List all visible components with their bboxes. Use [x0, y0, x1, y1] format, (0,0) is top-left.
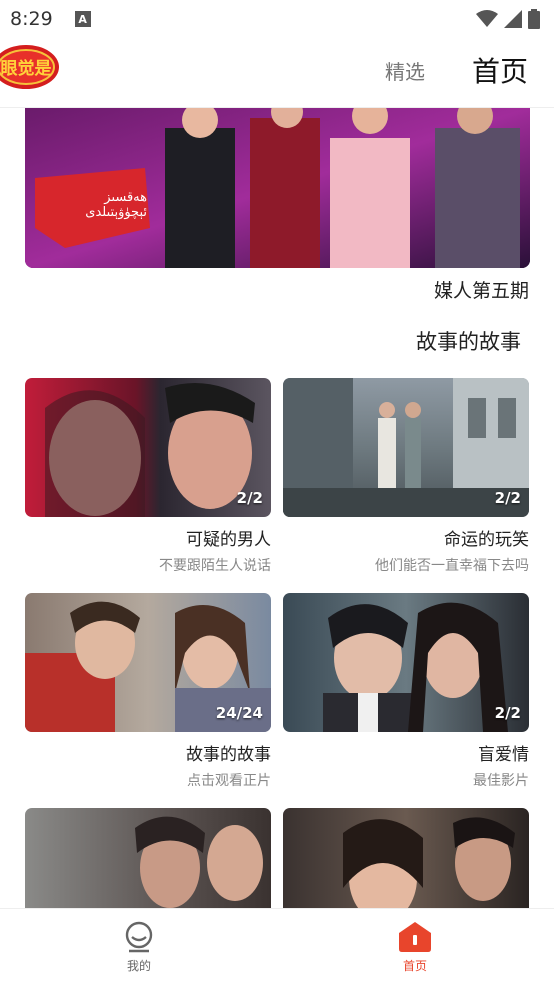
video-thumbnail[interactable] — [25, 808, 271, 908]
nav-label-me: 我的 — [126, 959, 151, 973]
tab-featured[interactable]: 精选 — [385, 56, 425, 85]
video-thumbnail[interactable]: 24/24 — [25, 593, 271, 732]
video-card[interactable] — [283, 808, 529, 908]
app-logo[interactable]: 眼觉是 — [0, 44, 60, 90]
nav-item-home[interactable]: 首页 — [385, 921, 445, 974]
video-card[interactable]: 2/2 命运的玩笑 他们能否一直幸福下去吗 — [283, 378, 529, 575]
card-title[interactable]: 故事的故事 — [25, 740, 271, 765]
status-bar: 8:29 A — [0, 0, 554, 38]
card-subtitle: 点击观看正片 — [187, 773, 271, 789]
notification-icon: A — [74, 11, 91, 27]
section-title: 故事的故事 — [416, 330, 521, 354]
video-thumbnail[interactable]: 2/2 — [25, 378, 271, 517]
wifi-icon — [476, 10, 498, 27]
video-card[interactable]: 2/2 可疑的男人 不要跟陌生人说话 — [25, 378, 271, 575]
episode-badge: 2/2 — [494, 489, 521, 507]
bottom-nav: 我的 首页 — [0, 908, 554, 985]
signal-icon — [504, 10, 522, 28]
video-thumbnail[interactable]: 2/2 — [283, 593, 529, 732]
card-title[interactable]: 可疑的男人 — [25, 525, 271, 550]
battery-icon — [528, 9, 540, 29]
tab-home[interactable]: 首页 — [472, 50, 528, 90]
status-time: 8:29 — [10, 8, 53, 30]
nav-item-me[interactable]: 我的 — [109, 921, 169, 974]
card-title[interactable]: 命运的玩笑 — [283, 525, 529, 550]
card-title[interactable]: 盲爱情 — [283, 740, 529, 765]
video-card[interactable]: 2/2 盲爱情 最佳影片 — [283, 593, 529, 790]
app-header: 眼觉是 精选 首页 — [0, 38, 554, 108]
card-subtitle: 最佳影片 — [473, 773, 529, 789]
video-card[interactable]: 24/24 故事的故事 点击观看正片 — [25, 593, 271, 790]
episode-badge: 2/2 — [494, 704, 521, 722]
episode-badge: 2/2 — [236, 489, 263, 507]
video-thumbnail[interactable] — [283, 808, 529, 908]
card-subtitle: 不要跟陌生人说话 — [159, 558, 271, 574]
featured-banner[interactable]: ھەقسىز ئېچۈۋېتىلدى — [25, 108, 530, 268]
main-content[interactable]: ھەقسىز ئېچۈۋېتىلدى 媒人第五期 故事的故事 2/2 可疑的男人… — [0, 108, 554, 908]
home-icon — [399, 922, 431, 952]
video-thumbnail[interactable]: 2/2 — [283, 378, 529, 517]
card-subtitle: 他们能否一直幸福下去吗 — [375, 558, 529, 574]
video-card[interactable] — [25, 808, 271, 908]
profile-icon — [125, 921, 153, 953]
svg-text:眼觉是: 眼觉是 — [1, 58, 52, 79]
episode-badge: 24/24 — [215, 704, 263, 722]
banner-overlay-text: ھەقسىز ئېچۈۋېتىلدى — [85, 190, 147, 220]
banner-caption[interactable]: 媒人第五期 — [434, 276, 529, 303]
nav-label-home: 首页 — [402, 959, 427, 973]
